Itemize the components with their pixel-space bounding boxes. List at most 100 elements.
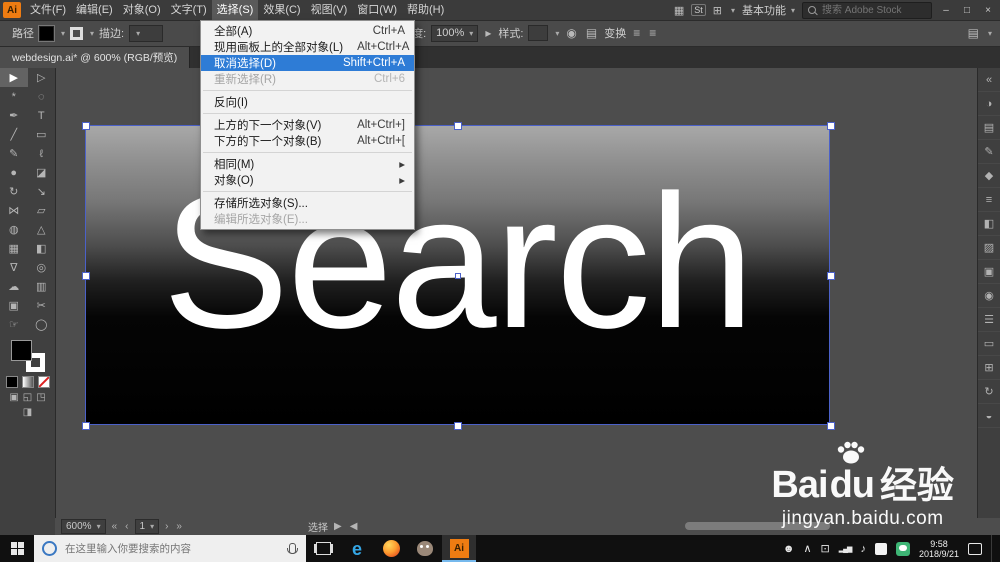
fill-color-swatch[interactable] [38,24,55,42]
scale-tool[interactable]: ↘ [28,182,56,201]
symbol-sprayer-tool[interactable]: ☁ [0,277,28,296]
menu-item-same[interactable]: 相同(M) ▸ [201,156,414,172]
panel-dock-icon[interactable]: ▤ [966,26,981,40]
chevron-down-icon[interactable]: ▾ [555,29,559,38]
free-transform-tool[interactable]: ▱ [28,201,56,220]
slice-tool[interactable]: ✂ [28,296,56,315]
gradient-button[interactable] [21,376,34,388]
selection-handle-bottom-center[interactable] [454,422,462,430]
stroke-panel-icon[interactable]: ≡ [978,188,1000,212]
perspective-grid-tool[interactable]: △ [28,220,56,239]
brushes-panel-icon[interactable]: ✎ [978,140,1000,164]
prev-artboard-button[interactable]: ‹ [123,521,130,532]
selection-handle-mid-left[interactable] [82,272,90,280]
none-button[interactable] [37,376,50,388]
last-artboard-button[interactable]: » [174,521,184,532]
eyedropper-tool[interactable]: ∇ [0,258,28,277]
menu-item-deselect[interactable]: 取消选择(D) Shift+Ctrl+A [201,55,414,71]
chevron-down-icon[interactable]: ▾ [988,29,992,38]
stroke-color-swatch[interactable] [70,26,84,40]
fill-swatch[interactable] [10,340,32,361]
menu-view[interactable]: 视图(V) [306,0,353,20]
network-icon[interactable]: ▂▄▆ [839,545,853,553]
artboard-tool[interactable]: ▣ [0,296,28,315]
graphic-styles-panel-icon[interactable]: ▣ [978,260,1000,284]
rectangle-tool[interactable]: ▭ [28,125,56,144]
menu-item-inverse[interactable]: 反向(I) [201,94,414,110]
volume-icon[interactable]: ♪ [860,543,866,555]
rotate-tool[interactable]: ↻ [0,182,28,201]
menu-help[interactable]: 帮助(H) [402,0,449,20]
taskbar-clock[interactable]: 9:58 2018/9/21 [919,539,959,559]
ime-icon[interactable] [874,542,887,555]
taskbar-search[interactable] [34,535,306,562]
menu-object[interactable]: 对象(O) [118,0,166,20]
arrange-documents-icon[interactable]: ▦ [674,4,684,17]
microphone-icon[interactable] [287,543,298,554]
type-tool[interactable]: T [28,106,56,125]
color-panel-icon[interactable]: ◑ [978,92,1000,116]
pc-status-icon[interactable]: ⊡ [821,542,830,555]
task-view-button[interactable] [306,535,340,562]
artwork-text[interactable]: Search [85,112,830,412]
firefox-taskbar-button[interactable] [374,535,408,562]
gimp-taskbar-button[interactable] [408,535,442,562]
adobe-stock-icon[interactable]: St [691,4,706,16]
zoom-tool[interactable]: ◯ [28,315,56,334]
eraser-tool[interactable]: ◪ [28,163,56,182]
transform-link[interactable]: 变换 [604,25,626,41]
symbols-panel-icon[interactable]: ◆ [978,164,1000,188]
selection-handle-bottom-left[interactable] [82,422,90,430]
close-button[interactable]: × [981,5,995,16]
direct-selection-tool[interactable]: ▷ [28,68,56,87]
document-setup-icon[interactable]: ◉ [564,26,578,40]
people-icon[interactable]: ☻ [783,543,795,555]
line-segment-tool[interactable]: ╱ [0,125,28,144]
messenger-icon[interactable] [895,541,910,556]
align-panel-icon[interactable]: ⊞ [978,356,1000,380]
screen-mode-button[interactable]: ◨ [23,407,32,418]
layout-icon[interactable]: ⊞ [713,4,722,17]
blend-tool[interactable]: ◎ [28,258,56,277]
first-artboard-button[interactable]: « [110,521,120,532]
draw-behind-button[interactable]: ◱ [23,392,32,403]
paintbrush-tool[interactable]: ✎ [0,144,28,163]
artboard-number-select[interactable]: 1 ▾ [134,519,160,534]
pencil-tool[interactable]: ℓ [28,144,56,163]
preferences-icon[interactable]: ▤ [584,26,599,40]
hand-tool[interactable]: ☞ [0,315,28,334]
color-button[interactable] [5,376,18,388]
minimize-button[interactable]: – [939,5,953,16]
tray-expand-icon[interactable]: ∧ [803,542,811,555]
menu-item-next-object-below[interactable]: 下方的下一个对象(B) Alt+Ctrl+[ [201,133,414,149]
opacity-value[interactable]: 100% ▾ [431,24,479,42]
menu-window[interactable]: 窗口(W) [352,0,402,20]
action-center-icon[interactable] [968,542,982,555]
width-tool[interactable]: ⋈ [0,201,28,220]
appearance-panel-icon[interactable]: ◉ [978,284,1000,308]
edge-taskbar-button[interactable]: e [340,535,374,562]
draw-inside-button[interactable]: ◳ [36,392,45,403]
menu-item-next-object-above[interactable]: 上方的下一个对象(V) Alt+Ctrl+] [201,117,414,133]
info-panel-icon[interactable]: ◒ [978,404,1000,428]
blob-brush-tool[interactable]: ● [0,163,28,182]
mesh-tool[interactable]: ▦ [0,239,28,258]
document-tab[interactable]: webdesign.ai* @ 600% (RGB/预览) [0,47,191,68]
draw-normal-button[interactable]: ▣ [9,392,18,403]
status-bar-menu-arrow[interactable]: ▶ [332,521,344,532]
gradient-tool[interactable]: ◧ [28,239,56,258]
align-menu-icon[interactable]: ≡ [631,26,642,40]
style-swatch[interactable] [528,25,549,41]
stroke-weight-select[interactable]: ▾ [129,24,164,42]
chevron-down-icon[interactable]: ▾ [61,29,65,38]
menu-effect[interactable]: 效果(C) [258,0,305,20]
pen-tool[interactable]: ✒ [0,106,28,125]
workspace-switcher[interactable]: 基本功能 ▾ [742,2,795,18]
stock-search[interactable] [802,1,932,19]
options-menu-icon[interactable]: ≡ [647,26,658,40]
menu-item-object[interactable]: 对象(O) ▸ [201,172,414,188]
menu-type[interactable]: 文字(T) [166,0,212,20]
gradient-panel-icon[interactable]: ◧ [978,212,1000,236]
layers-panel-icon[interactable]: ☰ [978,308,1000,332]
swatches-panel-icon[interactable]: ▤ [978,116,1000,140]
